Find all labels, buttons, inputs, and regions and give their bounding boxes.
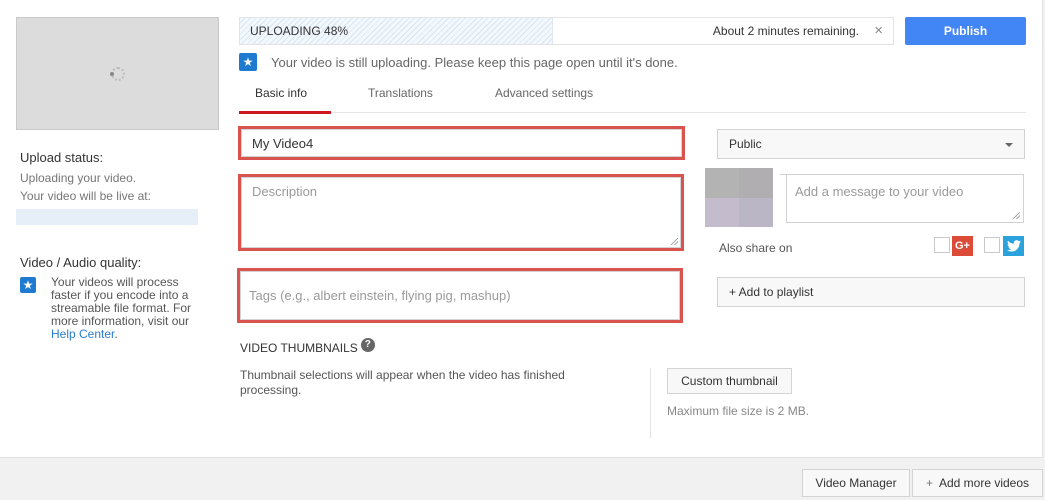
- video-thumbnails-heading: VIDEO THUMBNAILS ?: [240, 338, 375, 355]
- tags-field-highlight: [237, 268, 683, 323]
- video-thumbnails-title: VIDEO THUMBNAILS: [240, 341, 358, 355]
- also-share-label: Also share on: [719, 241, 793, 255]
- tab-bar: Basic info Translations Advanced setting…: [239, 80, 1026, 114]
- add-more-videos-label: Add more videos: [938, 476, 1030, 490]
- live-at-label: Your video will be live at:: [20, 189, 151, 203]
- video-manager-button[interactable]: Video Manager: [802, 469, 910, 497]
- share-message-box: [786, 174, 1024, 223]
- upload-notice: ★ Your video is still uploading. Please …: [239, 53, 678, 71]
- publish-button[interactable]: Publish: [905, 17, 1026, 45]
- quality-title: Video / Audio quality:: [20, 255, 142, 270]
- time-remaining: About 2 minutes remaining.: [712, 24, 859, 38]
- tab-translations[interactable]: Translations: [368, 86, 433, 113]
- upload-progress-bar: UPLOADING 48% About 2 minutes remaining.…: [239, 17, 894, 45]
- twitter-icon: [1003, 236, 1024, 256]
- avatar: [705, 168, 773, 227]
- quality-text-suffix: .: [114, 327, 118, 341]
- custom-thumbnail-button[interactable]: Custom thumbnail: [667, 368, 792, 394]
- chevron-down-icon: [1005, 143, 1013, 147]
- thumbnail-info-text: Thumbnail selections will appear when th…: [240, 368, 565, 397]
- upload-status-panel: Upload status: Uploading your video. You…: [16, 150, 210, 341]
- plus-icon: +: [925, 476, 933, 490]
- max-file-size-note: Maximum file size is 2 MB.: [667, 404, 810, 418]
- title-field-highlight: [238, 126, 685, 160]
- video-preview-placeholder: [16, 17, 219, 130]
- upload-notice-text: Your video is still uploading. Please ke…: [271, 54, 678, 70]
- tab-advanced-settings[interactable]: Advanced settings: [495, 86, 593, 113]
- share-twitter-checkbox[interactable]: [984, 237, 1000, 253]
- privacy-selected-value: Public: [729, 137, 762, 151]
- live-url-placeholder: [16, 209, 198, 225]
- description-input[interactable]: [241, 177, 681, 248]
- help-icon[interactable]: ?: [360, 338, 375, 352]
- cancel-upload-close-icon[interactable]: ×: [874, 22, 883, 39]
- quality-text: Your videos will process faster if you e…: [51, 275, 192, 328]
- add-more-videos-button[interactable]: + Add more videos: [912, 469, 1043, 497]
- divider: [650, 368, 651, 438]
- upload-status-text: Uploading your video.: [20, 171, 137, 185]
- share-google-plus-checkbox[interactable]: [934, 237, 950, 253]
- tab-basic-info[interactable]: Basic info: [239, 86, 331, 114]
- star-icon: ★: [20, 277, 36, 293]
- description-field-highlight: [238, 174, 684, 251]
- add-to-playlist-button[interactable]: + Add to playlist: [717, 277, 1025, 307]
- title-input[interactable]: [241, 129, 682, 157]
- upload-card: Upload status: Uploading your video. You…: [0, 0, 1043, 458]
- help-center-link[interactable]: Help Center: [51, 327, 114, 341]
- privacy-select[interactable]: Public: [717, 129, 1025, 159]
- quality-info: ★ Your videos will process faster if you…: [20, 276, 210, 341]
- resize-handle-icon[interactable]: [671, 238, 678, 245]
- resize-handle-icon[interactable]: [1013, 212, 1020, 219]
- star-icon: ★: [239, 53, 257, 71]
- google-plus-icon: G+: [952, 236, 973, 256]
- upload-status-title: Upload status:: [20, 150, 104, 165]
- loading-spinner-icon: [110, 67, 125, 81]
- upload-progress-label: UPLOADING 48%: [250, 24, 349, 38]
- share-message-input[interactable]: [787, 175, 1023, 222]
- tags-input[interactable]: [240, 271, 680, 320]
